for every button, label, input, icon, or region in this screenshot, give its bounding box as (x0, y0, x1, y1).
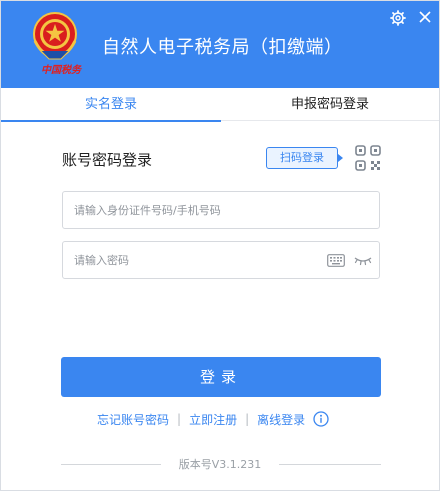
eye-closed-icon[interactable] (354, 253, 372, 267)
password-input[interactable] (74, 242, 324, 278)
version-label: 版本号V3.1.231 (178, 458, 262, 471)
login-button[interactable]: 登录 (61, 357, 381, 397)
register-link[interactable]: 立即注册 (189, 411, 237, 428)
settings-icon[interactable] (390, 10, 406, 26)
id-number-field[interactable] (62, 191, 380, 229)
info-icon[interactable] (313, 411, 329, 427)
scan-login-button[interactable]: 扫码登录 (266, 147, 343, 169)
header-bar: 中国税务 自然人电子税务局（扣缴端） (1, 1, 439, 88)
id-number-input[interactable] (74, 192, 324, 228)
tab-declare-password-login[interactable]: 申报密码登录 (221, 88, 439, 121)
password-field[interactable] (62, 241, 380, 279)
link-separator: | (245, 412, 250, 426)
close-icon[interactable] (417, 9, 433, 25)
qr-code-icon[interactable] (354, 144, 382, 172)
app-title: 自然人电子税务局（扣缴端） (102, 37, 343, 58)
app-window: 中国税务 自然人电子税务局（扣缴端） 实名登录 申报密码登录 账号密码登录 扫码… (0, 0, 440, 491)
link-separator: | (177, 412, 182, 426)
forgot-password-link[interactable]: 忘记账号密码 (97, 411, 169, 428)
login-tabs: 实名登录 申报密码登录 (1, 88, 439, 122)
emblem-icon (33, 12, 77, 60)
tab-realname-login[interactable]: 实名登录 (1, 88, 221, 122)
section-title: 账号密码登录 (62, 151, 153, 169)
offline-login-link[interactable]: 离线登录 (257, 411, 305, 428)
help-links: 忘记账号密码 | 立即注册 | 离线登录 (97, 410, 329, 428)
tax-tagline: 中国税务 (41, 65, 81, 76)
footer-divider-right (279, 464, 381, 465)
keyboard-icon[interactable] (327, 254, 345, 267)
footer-divider-left (61, 464, 161, 465)
